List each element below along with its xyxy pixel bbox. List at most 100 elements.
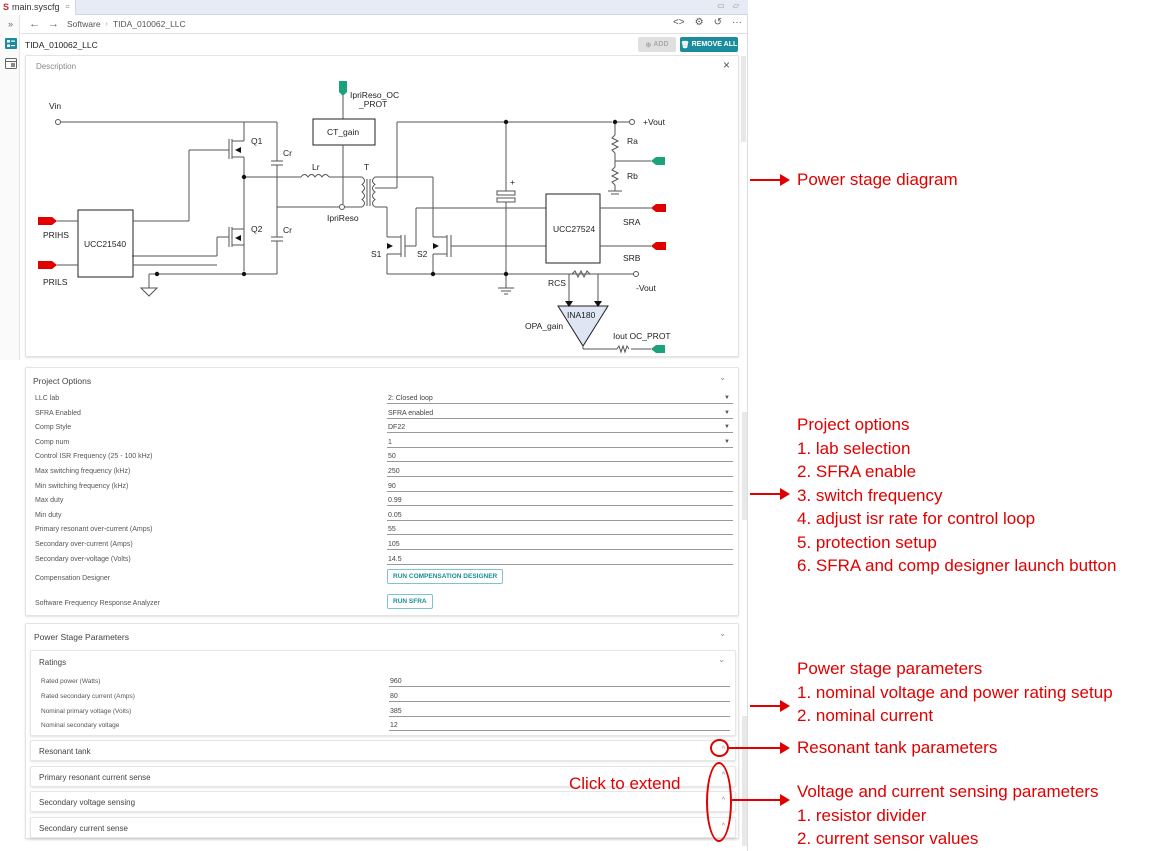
collapsed-section[interactable]: Secondary current sense ^	[30, 816, 736, 838]
option-value: 90	[388, 482, 396, 490]
collapsed-section[interactable]: Resonant tank ^	[30, 740, 736, 761]
add-button[interactable]: ⊕ ADD	[638, 37, 676, 52]
label-ucc27524: UCC27524	[553, 224, 595, 234]
label-rcs: RCS	[548, 278, 566, 288]
power-stage-title: Power Stage Parameters	[34, 632, 129, 642]
comp-designer-label: Compensation Designer	[35, 575, 111, 582]
scrollbar-thumb-power[interactable]	[742, 716, 747, 846]
rating-label: Rated secondary current (Amps)	[41, 692, 135, 700]
remove-all-button[interactable]: 🗑 REMOVE ALL	[680, 37, 738, 52]
label-cr1: Cr	[283, 148, 292, 158]
expand-sidebar-icon[interactable]: »	[4, 18, 17, 30]
power-stage-card: Power Stage Parameters ⌄ Ratings ⌄ Rated…	[25, 623, 739, 839]
label-prils: PRILS	[43, 277, 68, 287]
label-opa-gain: OPA_gain	[525, 321, 563, 331]
tab-main-syscfg[interactable]: S main.syscfg ⌗	[0, 0, 77, 15]
option-value: 14.5	[388, 555, 402, 563]
back-arrow-icon[interactable]: ←	[29, 18, 40, 30]
breadcrumb-software[interactable]: Software	[67, 19, 101, 29]
rating-input[interactable]: 12	[389, 720, 730, 732]
tab-label: main.syscfg	[12, 2, 60, 12]
collapse-chevron-icon[interactable]: ⌄	[718, 655, 725, 664]
section-title: Primary resonant current sense	[39, 772, 151, 782]
label-ina180: INA180	[567, 310, 596, 320]
annotation-arrow	[729, 742, 790, 754]
description-label: Description	[36, 62, 77, 71]
annotation-line: 2. nominal current	[797, 706, 934, 725]
label-ipri-oc-2: _PROT	[358, 99, 387, 109]
option-label: Max duty	[35, 497, 64, 505]
option-select[interactable]: 2: Closed loop ▼	[387, 393, 733, 404]
breadcrumb-current[interactable]: TIDA_010062_LLC	[113, 19, 186, 29]
rating-value: 960	[390, 678, 402, 685]
forward-arrow-icon[interactable]: →	[48, 18, 59, 30]
label-vout-plus: +Vout	[643, 117, 666, 127]
project-options-title: Project Options	[33, 376, 92, 386]
rating-input[interactable]: 80	[389, 691, 730, 702]
option-select[interactable]: SFRA enabled ▼	[387, 408, 733, 419]
option-input[interactable]: 90	[387, 481, 733, 492]
scrollbar-thumb[interactable]	[741, 56, 746, 142]
power-stage-diagram: Vin Q1 Q2 Cr Cr Lr T CT_gain IpriReso_OC…	[38, 81, 671, 354]
label-s2: S2	[417, 249, 428, 259]
option-input[interactable]: 55	[387, 524, 733, 536]
option-value: 1	[388, 438, 392, 446]
code-icon[interactable]: <>	[673, 17, 685, 28]
rating-input[interactable]: 960	[389, 676, 730, 687]
label-cap-plus: +	[510, 177, 515, 187]
chip-icon[interactable]: ⚙	[695, 17, 704, 28]
option-select[interactable]: DF22 ▼	[387, 422, 733, 434]
add-button-label: ADD	[653, 41, 669, 48]
close-description-icon[interactable]: ×	[723, 58, 730, 72]
scrollbar-thumb-options[interactable]	[742, 412, 747, 520]
rating-input[interactable]: 385	[389, 706, 730, 717]
rating-label: Rated power (Watts)	[41, 678, 101, 685]
rating-label: Nominal secondary voltage	[41, 722, 120, 730]
highlight-ellipse-resonant	[710, 739, 729, 757]
option-input[interactable]: 0.05	[387, 510, 733, 521]
run-compensation-designer-button[interactable]: RUN COMPENSATION DESIGNER	[387, 569, 504, 584]
option-value: 2: Closed loop	[388, 395, 433, 402]
option-label: Max switching frequency (kHz)	[35, 468, 131, 475]
add-circle-icon: ⊕	[645, 41, 652, 49]
dropdown-caret-icon[interactable]: ▼	[724, 422, 730, 433]
collapse-chevron-icon[interactable]: ⌄	[719, 373, 726, 382]
vout-sense-connector	[651, 157, 665, 165]
device-view-icon[interactable]	[4, 58, 17, 70]
annotation-line: 2. SFRA enable	[797, 462, 917, 481]
collapse-chevron-icon[interactable]: ⌄	[719, 629, 726, 638]
option-input[interactable]: 250	[387, 466, 733, 477]
option-label: Control ISR Frequency (25 - 100 kHz)	[35, 453, 153, 461]
run-sfra-button[interactable]: RUN SFRA	[387, 594, 433, 609]
option-label: Comp Style	[35, 424, 72, 432]
annotation-line: 6. SFRA and comp designer launch button	[797, 556, 1117, 575]
rating-value: 80	[390, 692, 398, 700]
module-list-icon[interactable]	[4, 38, 17, 50]
sfra-label: Software Frequency Response Analyzer	[35, 600, 160, 607]
label-ucc21540: UCC21540	[84, 239, 126, 249]
option-input[interactable]: 50	[387, 451, 733, 463]
option-input[interactable]: 14.5	[387, 554, 733, 565]
prihs-connector	[38, 217, 57, 225]
option-select[interactable]: 1 ▼	[387, 437, 733, 448]
sra-connector	[651, 204, 666, 212]
prils-connector	[38, 261, 57, 269]
trash-icon: 🗑	[680, 41, 690, 49]
dropdown-caret-icon[interactable]: ▼	[724, 408, 730, 419]
tab-close-icon[interactable]: ⌗	[66, 0, 70, 15]
srb-connector	[651, 242, 666, 250]
label-cr2: Cr	[283, 225, 292, 235]
ratings-card: Ratings ⌄ Rated power (Watts) 960 Rated se…	[30, 650, 736, 736]
history-icon[interactable]: ↺	[714, 17, 722, 28]
project-options-card: Project Options ⌄ LLC lab 2: Closed loop ▼…	[25, 367, 739, 616]
dropdown-caret-icon[interactable]: ▼	[724, 437, 730, 448]
option-value: 250	[388, 468, 400, 475]
window-controls[interactable]: ▭ ▱	[717, 1, 742, 10]
annotation-arrow	[750, 174, 790, 186]
option-value: SFRA enabled	[388, 409, 434, 417]
dropdown-caret-icon[interactable]: ▼	[724, 393, 730, 404]
more-icon[interactable]: ···	[732, 17, 742, 28]
description-card: Description × Vin Q1 Q2 Cr Cr Lr T CT_ga…	[25, 55, 739, 357]
option-input[interactable]: 0.99	[387, 495, 733, 507]
option-input[interactable]: 105	[387, 539, 733, 550]
